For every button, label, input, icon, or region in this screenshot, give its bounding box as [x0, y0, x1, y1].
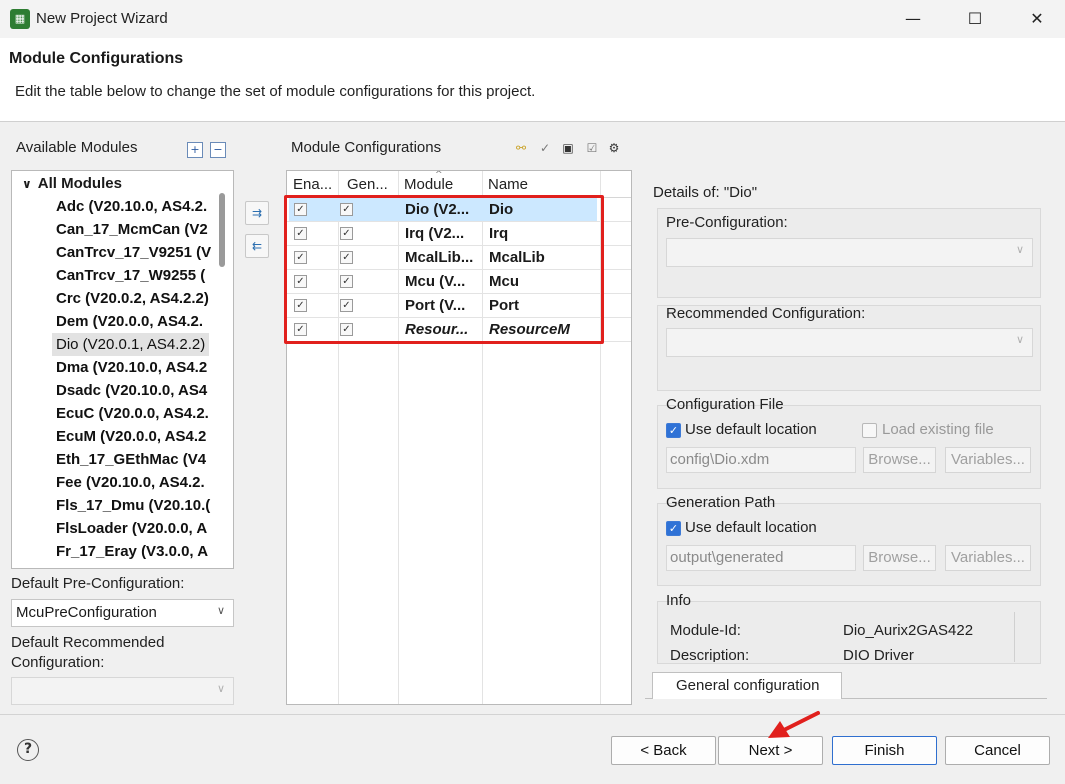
- pre-config-select[interactable]: ∨: [666, 238, 1033, 267]
- load-existing-file-label: Load existing file: [882, 421, 994, 438]
- clipboard-icon[interactable]: ▣: [560, 140, 576, 156]
- info-value: Dio_Aurix2GAS422: [843, 622, 974, 639]
- tree-item[interactable]: Adc (V20.10.0, AS4.2.: [56, 195, 207, 218]
- chevron-down-icon: ∨: [216, 682, 225, 695]
- tree-item[interactable]: EcuM (V20.0.0, AS4.2: [56, 425, 206, 448]
- gen-path-field[interactable]: output\generated: [666, 545, 856, 571]
- tree-item[interactable]: Can_17_McmCan (V2: [56, 218, 208, 241]
- chevron-down-icon[interactable]: ∨: [22, 177, 32, 191]
- help-icon[interactable]: ?: [17, 739, 39, 761]
- page-description: Edit the table below to change the set o…: [15, 83, 536, 100]
- tree-item[interactable]: Dem (V20.0.0, AS4.2.: [56, 310, 203, 333]
- link-icon[interactable]: ⚯: [513, 140, 529, 156]
- rec-config-select[interactable]: ∨: [666, 328, 1033, 357]
- wizard-header: Module Configurations Edit the table bel…: [0, 38, 1065, 122]
- tree-item[interactable]: Dio (V20.0.1, AS4.2.2): [52, 333, 210, 356]
- tree-item[interactable]: EcuC (V20.0.0, AS4.2.: [56, 402, 209, 425]
- tree-item[interactable]: Dsadc (V20.10.0, AS4: [56, 379, 207, 402]
- cancel-button[interactable]: Cancel: [945, 736, 1050, 765]
- gen-variables-button[interactable]: Variables...: [945, 545, 1031, 571]
- back-button[interactable]: < Back: [611, 736, 716, 765]
- finish-button[interactable]: Finish: [832, 736, 937, 765]
- available-modules-tree[interactable]: ∨ All Modules Adc (V20.10.0, AS4.2. Can_17…: [11, 170, 234, 569]
- add-module-button[interactable]: ⇉: [245, 201, 269, 225]
- tree-item[interactable]: Fls_17_Dmu (V20.10.(: [56, 494, 210, 517]
- close-button[interactable]: ✕: [1013, 0, 1061, 38]
- check-all-icon[interactable]: ☑: [584, 140, 600, 156]
- config-file-path-field[interactable]: config\Dio.xdm: [666, 447, 856, 473]
- tree-item[interactable]: CanTrcv_17_W9255 (: [56, 264, 205, 287]
- tree-root-label: All Modules: [37, 175, 122, 192]
- tree-item[interactable]: CanTrcv_17_V9251 (V: [56, 241, 211, 264]
- default-pre-config-select[interactable]: McuPreConfiguration ∨: [11, 599, 234, 627]
- chevron-down-icon: ∨: [1015, 333, 1024, 346]
- tree-item[interactable]: FlsLoader (V20.0.0, A: [56, 517, 207, 540]
- column-header-name[interactable]: Name: [482, 171, 600, 197]
- gen-browse-button[interactable]: Browse...: [863, 545, 936, 571]
- chevron-down-icon: ∨: [216, 604, 225, 617]
- default-pre-config-value: McuPreConfiguration: [16, 604, 157, 621]
- sort-asc-icon: ^: [435, 170, 443, 180]
- details-label: Details of: "Dio": [653, 184, 758, 201]
- chevron-down-icon: ∨: [1015, 243, 1024, 256]
- tree-scrollbar[interactable]: [219, 193, 225, 267]
- info-table: Module-Id: Dio_Aurix2GAS422 Description:…: [670, 622, 1040, 662]
- module-configurations-label: Module Configurations: [291, 139, 442, 156]
- tree-item[interactable]: Fee (V20.10.0, AS4.2.: [56, 471, 205, 494]
- maximize-button[interactable]: ☐: [951, 0, 999, 38]
- tree-item[interactable]: Dma (V20.10.0, AS4.2: [56, 356, 207, 379]
- remove-module-button[interactable]: ⇇: [245, 234, 269, 258]
- column-header-enabled[interactable]: Ena...: [287, 171, 338, 197]
- default-rec-config-label: Default Recommended Configuration:: [11, 634, 165, 671]
- collapse-all-icon[interactable]: −: [210, 142, 226, 158]
- window-title: New Project Wizard: [36, 10, 168, 27]
- available-modules-label: Available Modules: [16, 139, 138, 156]
- configure-icon[interactable]: ⚙: [606, 140, 622, 156]
- use-default-location-checkbox[interactable]: ✓: [666, 423, 681, 438]
- pre-config-label: Pre-Configuration:: [666, 214, 788, 231]
- use-default-location-label: Use default location: [685, 421, 817, 438]
- column-header-generate[interactable]: Gen...: [341, 171, 398, 197]
- info-key: Description:: [670, 647, 750, 662]
- tree-item[interactable]: Fr_17_Eray (V3.0.0, A: [56, 540, 208, 563]
- load-existing-file-checkbox[interactable]: [862, 423, 877, 438]
- page-title: Module Configurations: [9, 50, 184, 67]
- default-pre-config-label: Default Pre-Configuration:: [11, 575, 185, 592]
- highlight-annotation-box: [284, 195, 604, 344]
- tab-general-configuration[interactable]: General configuration: [652, 672, 842, 699]
- default-rec-config-select[interactable]: ∨: [11, 677, 234, 705]
- config-variables-button[interactable]: Variables...: [945, 447, 1031, 473]
- info-label: Info: [666, 592, 692, 609]
- app-grid-icon: ▦: [10, 9, 30, 29]
- title-bar: ▦ New Project Wizard — ☐ ✕: [0, 0, 1065, 38]
- info-key: Module-Id:: [670, 622, 741, 639]
- info-value: DIO Driver: [843, 647, 914, 662]
- minimize-button[interactable]: —: [889, 0, 937, 38]
- expand-all-icon[interactable]: +: [187, 142, 203, 158]
- config-file-label: Configuration File: [666, 396, 784, 413]
- tree-item[interactable]: Crc (V20.0.2, AS4.2.2): [56, 287, 209, 310]
- gen-path-label: Generation Path: [666, 494, 776, 511]
- tree-item[interactable]: Eth_17_GEthMac (V4: [56, 448, 206, 471]
- annotation-arrow-icon: [768, 711, 820, 738]
- gen-use-default-location-label: Use default location: [685, 519, 817, 536]
- tree-root-all-modules[interactable]: ∨ All Modules: [22, 172, 122, 195]
- rec-config-label: Recommended Configuration:: [666, 305, 866, 322]
- validate-icon[interactable]: ✓: [537, 140, 553, 156]
- gen-use-default-location-checkbox[interactable]: ✓: [666, 521, 681, 536]
- config-browse-button[interactable]: Browse...: [863, 447, 936, 473]
